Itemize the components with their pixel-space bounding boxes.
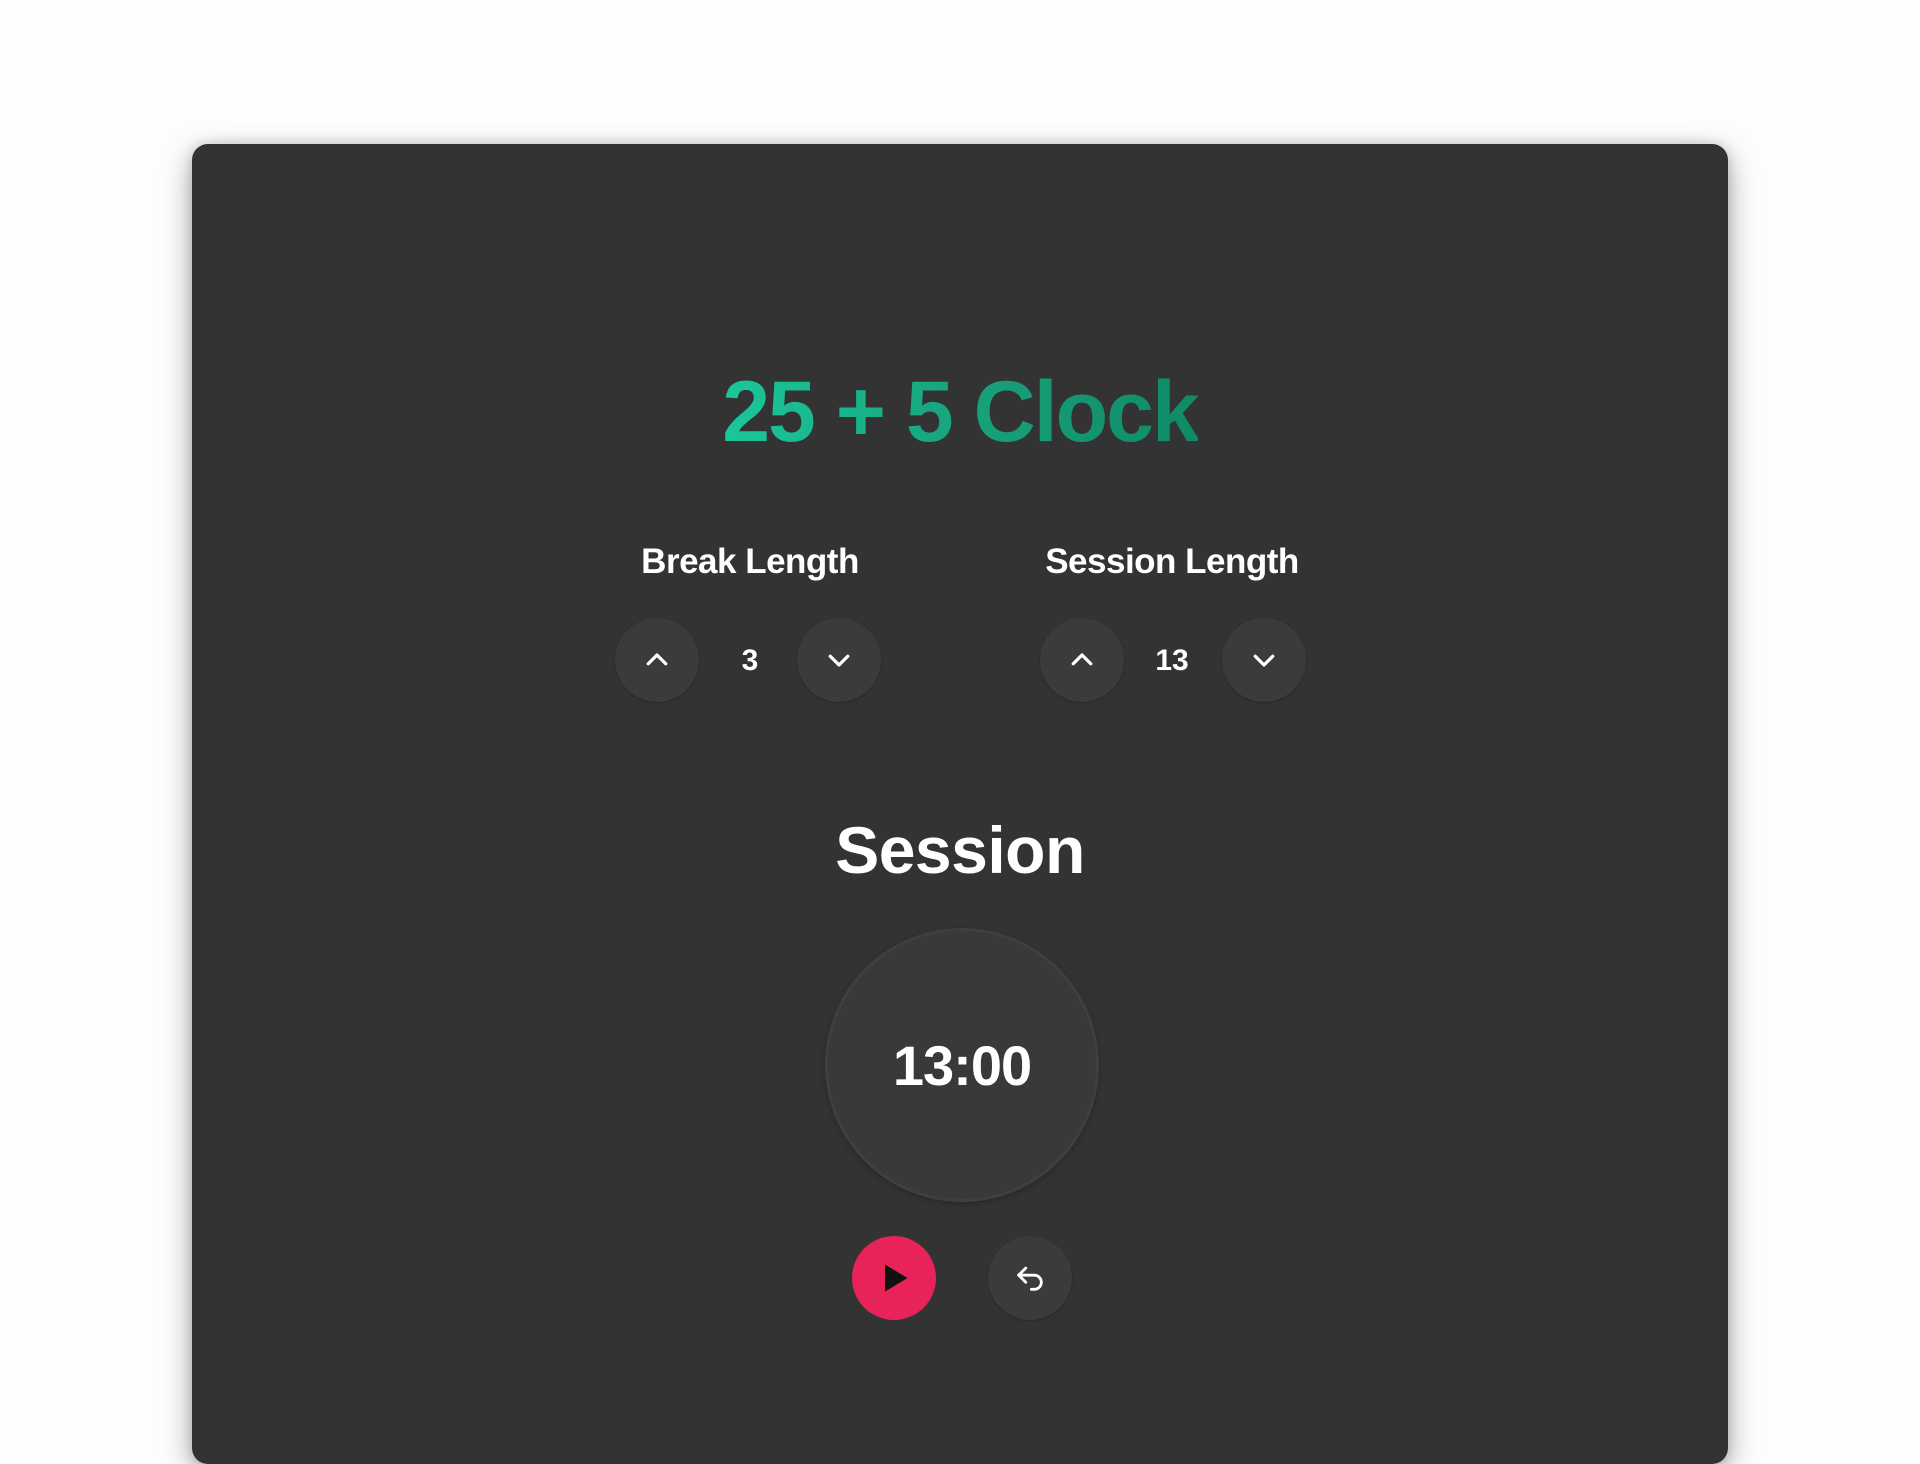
break-length-label: Break Length bbox=[641, 542, 859, 581]
session-decrement-button[interactable] bbox=[1222, 618, 1306, 702]
timer-display: 13:00 bbox=[825, 928, 1099, 1202]
session-length-label: Session Length bbox=[1045, 542, 1299, 581]
chevron-down-icon bbox=[828, 654, 850, 667]
timer-label: Session bbox=[835, 813, 1085, 887]
break-length-value: 3 bbox=[741, 644, 759, 677]
break-increment-button[interactable] bbox=[615, 618, 699, 702]
time-left: 13:00 bbox=[892, 1033, 1032, 1097]
app-title-text: 25 + 5 Clock bbox=[722, 364, 1200, 460]
start-stop-button[interactable] bbox=[852, 1236, 936, 1320]
session-length-group: Session Length 13 bbox=[1012, 538, 1332, 702]
app-title: 25 + 5 Clock bbox=[0, 362, 1920, 462]
undo-arrow-icon bbox=[1017, 1266, 1043, 1291]
break-length-group: Break Length 3 bbox=[590, 538, 910, 702]
chevron-up-icon bbox=[1071, 653, 1093, 666]
clock-card bbox=[192, 144, 1728, 1464]
session-controls: 13 bbox=[1012, 618, 1332, 704]
chevron-up-icon bbox=[646, 653, 668, 666]
break-controls: 3 bbox=[590, 618, 910, 704]
session-increment-button[interactable] bbox=[1040, 618, 1124, 702]
play-icon bbox=[885, 1264, 908, 1292]
chevron-down-icon bbox=[1253, 654, 1275, 667]
break-decrement-button[interactable] bbox=[797, 618, 881, 702]
reset-button[interactable] bbox=[988, 1236, 1072, 1320]
session-length-value: 13 bbox=[1155, 644, 1189, 677]
